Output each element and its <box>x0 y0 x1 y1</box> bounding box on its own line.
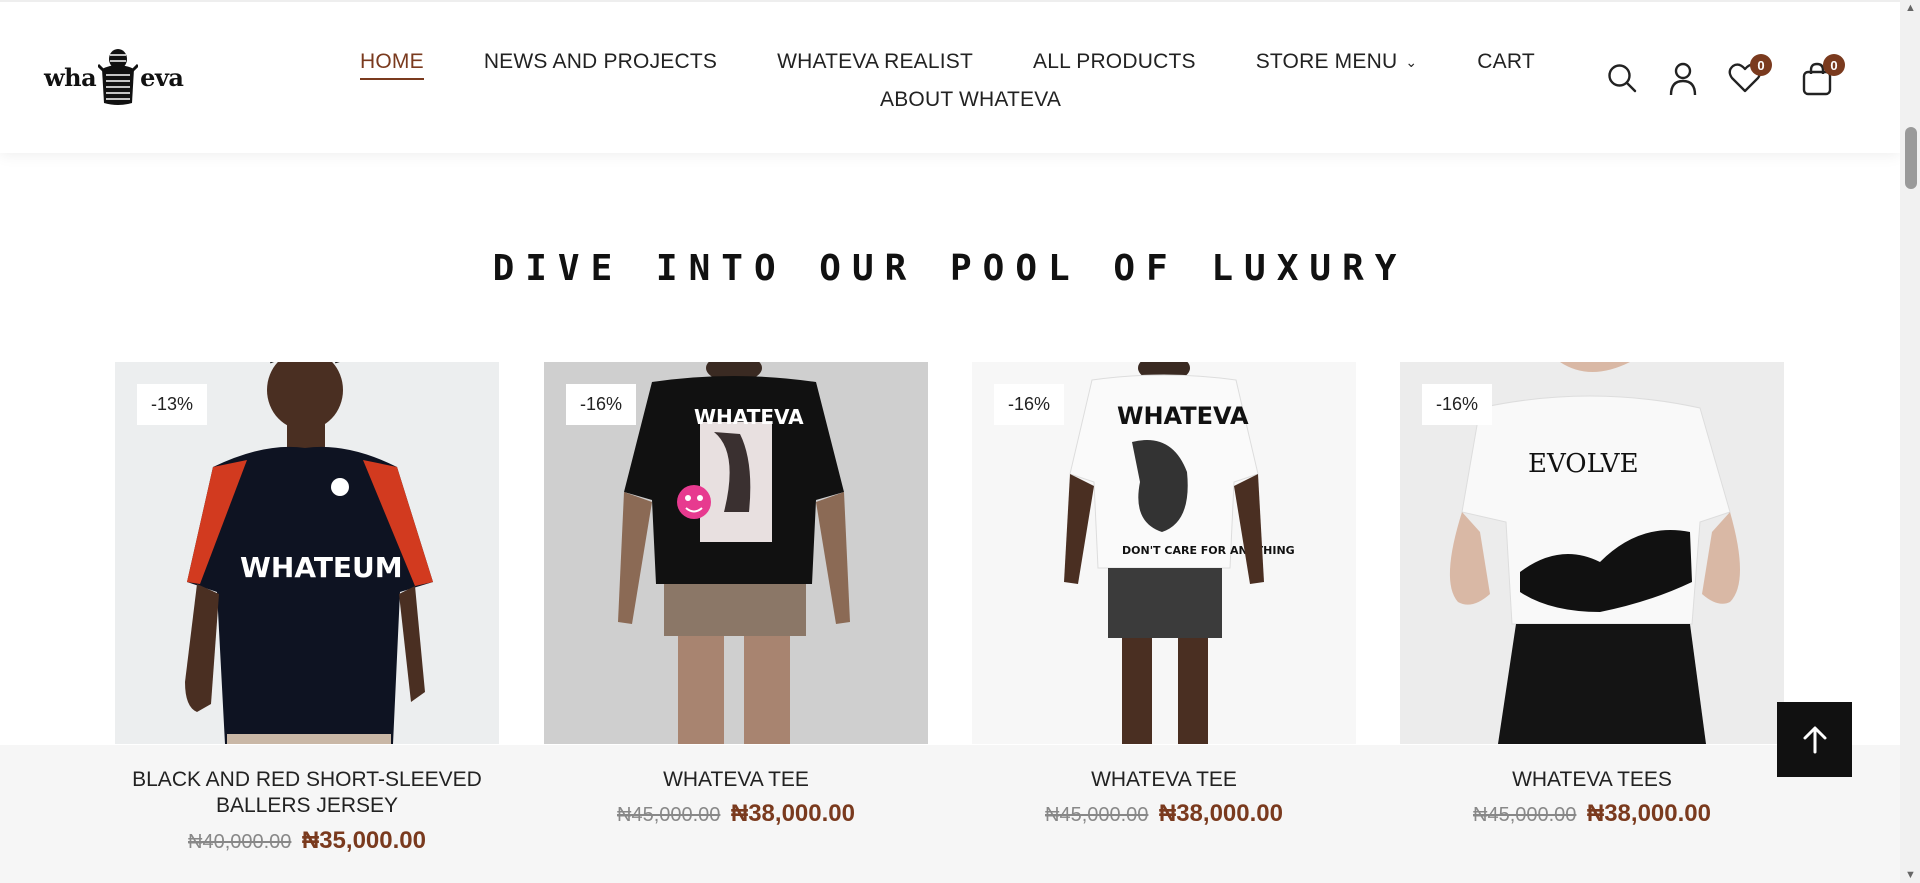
product-image[interactable]: EVOLVE -16% <box>1400 362 1784 744</box>
page: wha eva HOME NEWS AND PROJECTS WHATEVA R… <box>0 0 1920 883</box>
sale-price: ₦38,000.00 <box>1158 800 1283 827</box>
product-image[interactable]: WHATEVA -16% <box>544 362 928 744</box>
product-card[interactable]: WHATEVA -16% WHATEVA TEE ₦45,000.00 ₦38,… <box>544 362 928 827</box>
scrollbar-thumb[interactable] <box>1905 127 1917 189</box>
chevron-down-icon: ⌄ <box>1405 53 1418 70</box>
svg-text:WHATEVA: WHATEVA <box>694 405 804 429</box>
user-icon <box>1669 62 1697 96</box>
nav-item-news-and-projects[interactable]: NEWS AND PROJECTS <box>484 50 717 80</box>
product-image[interactable]: WHATEUM -13% <box>115 362 499 744</box>
nav-row-2: ABOUT WHATEVA <box>880 88 1121 118</box>
product-card[interactable]: EVOLVE -16% WHATEVA TEES ₦45,000.00 ₦38,… <box>1400 362 1784 827</box>
search-button[interactable] <box>1606 62 1646 102</box>
search-icon <box>1608 64 1637 93</box>
product-price: ₦45,000.00 ₦38,000.00 <box>544 800 928 828</box>
product-image[interactable]: WHATEVA DON'T CARE FOR ANYTHING -16% <box>972 362 1356 744</box>
product-price: ₦40,000.00 ₦35,000.00 <box>115 827 499 855</box>
product-title[interactable]: WHATEVA TEE <box>972 767 1356 793</box>
nav-row-1: HOME NEWS AND PROJECTS WHATEVA REALIST A… <box>360 50 1595 80</box>
logo-figure-icon <box>98 49 139 105</box>
arrow-up-icon <box>1803 726 1826 753</box>
product-title[interactable]: BLACK AND RED SHORT-SLEEVED BALLERS JERS… <box>115 767 499 819</box>
wishlist-count-badge: 0 <box>1750 54 1772 76</box>
account-button[interactable] <box>1667 62 1707 102</box>
nav-item-about-whateva[interactable]: ABOUT WHATEVA <box>880 88 1061 118</box>
header-icons: 0 0 <box>1606 54 1862 102</box>
discount-badge: -13% <box>137 384 208 425</box>
product-card[interactable]: WHATEVA DON'T CARE FOR ANYTHING -16% WHA… <box>972 362 1356 827</box>
nav-item-all-products[interactable]: ALL PRODUCTS <box>1033 50 1196 80</box>
section-title: DIVE INTO OUR POOL OF LUXURY <box>492 248 1408 289</box>
product-card[interactable]: WHATEUM -13% BLACK AND RED SHORT-SLEEVED… <box>115 362 499 854</box>
product-price: ₦45,000.00 ₦38,000.00 <box>1400 800 1784 828</box>
old-price: ₦45,000.00 <box>617 804 721 826</box>
product-price: ₦45,000.00 ₦38,000.00 <box>972 800 1356 828</box>
discount-badge: -16% <box>566 384 637 425</box>
svg-text:WHATEVA: WHATEVA <box>1117 402 1249 430</box>
nav-item-store-menu[interactable]: STORE MENU ⌄ <box>1256 50 1418 80</box>
sale-price: ₦35,000.00 <box>301 827 426 854</box>
nav-item-home[interactable]: HOME <box>360 50 424 80</box>
wishlist-button[interactable]: 0 <box>1728 54 1772 102</box>
logo-text-left: wha <box>44 62 97 92</box>
product-title[interactable]: WHATEVA TEES <box>1400 767 1784 793</box>
logo[interactable]: wha eva <box>44 42 189 112</box>
cart-button[interactable]: 0 <box>1801 54 1845 102</box>
sale-price: ₦38,000.00 <box>730 800 855 827</box>
old-price: ₦45,000.00 <box>1473 804 1577 826</box>
svg-text:DON'T CARE FOR ANYTHING: DON'T CARE FOR ANYTHING <box>1122 544 1295 557</box>
nav-item-cart[interactable]: CART <box>1477 50 1535 80</box>
old-price: ₦40,000.00 <box>188 831 292 853</box>
discount-badge: -16% <box>994 384 1065 425</box>
site-header: wha eva HOME NEWS AND PROJECTS WHATEVA R… <box>0 0 1900 153</box>
svg-text:EVOLVE: EVOLVE <box>1528 449 1639 479</box>
back-to-top-button[interactable] <box>1777 702 1852 777</box>
scroll-down-arrow-icon[interactable]: ▼ <box>1905 869 1916 881</box>
scroll-up-arrow-icon[interactable]: ▲ <box>1905 2 1916 14</box>
discount-badge: -16% <box>1422 384 1493 425</box>
svg-text:WHATEUM: WHATEUM <box>240 551 403 584</box>
old-price: ₦45,000.00 <box>1045 804 1149 826</box>
logo-text-right: eva <box>140 62 184 92</box>
cart-count-badge: 0 <box>1823 54 1845 76</box>
sale-price: ₦38,000.00 <box>1586 800 1711 827</box>
nav-item-whateva-realist[interactable]: WHATEVA REALIST <box>777 50 973 80</box>
product-title[interactable]: WHATEVA TEE <box>544 767 928 793</box>
page-scrollbar[interactable]: ▲ ▼ <box>1900 0 1920 883</box>
store-menu-label: STORE MENU <box>1255 50 1398 73</box>
